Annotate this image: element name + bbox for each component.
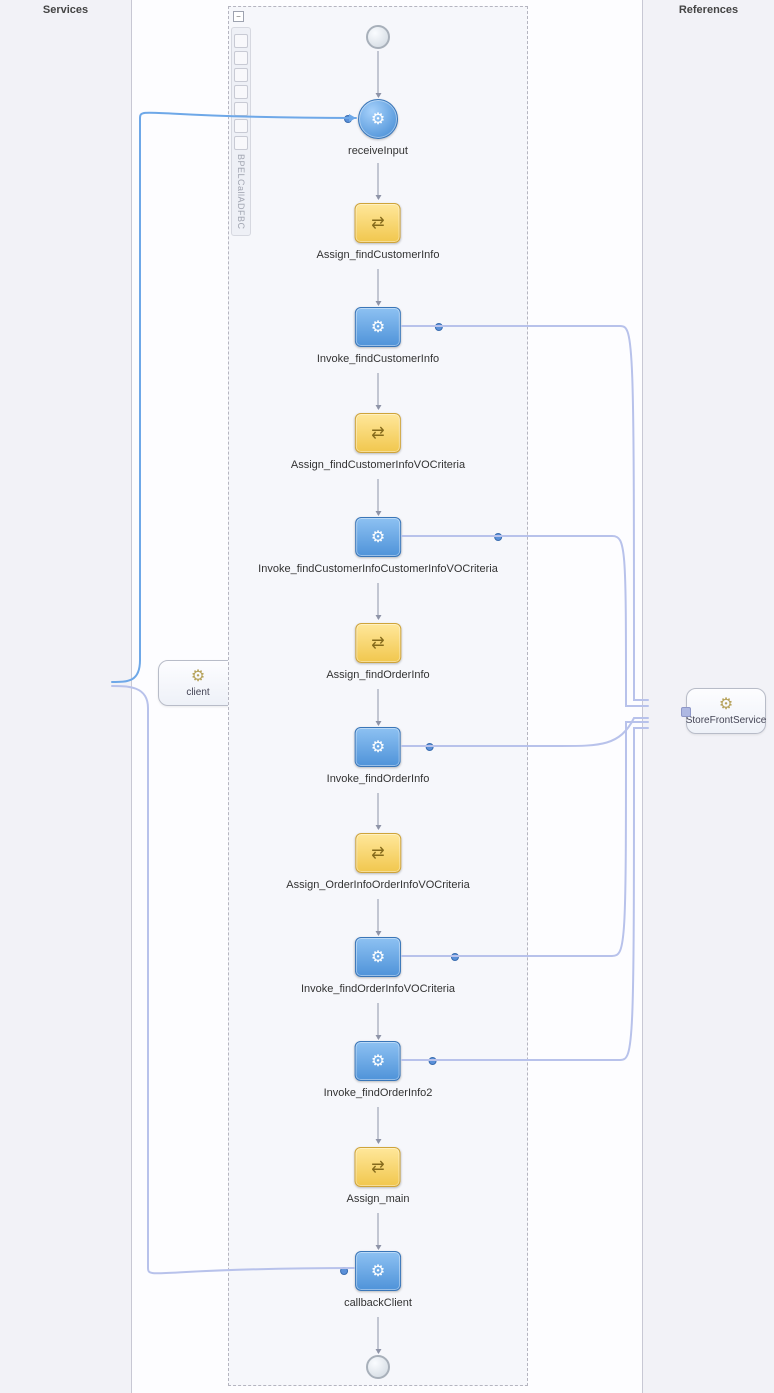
invoke-find-order-info-node[interactable]: ⚙ Invoke_findOrderInfo [327, 727, 430, 785]
receive-icon: ⚙ [358, 99, 398, 139]
node-label: Invoke_findOrderInfo2 [324, 1087, 433, 1099]
tool-flag-icon[interactable] [234, 136, 248, 150]
scope-toolbar: BPELCallADFBC [231, 27, 251, 236]
receive-input-node[interactable]: ⚙ receiveInput [348, 99, 408, 157]
invoke-icon: ⚙ [355, 727, 401, 767]
assign-icon: ⇄ [355, 833, 401, 873]
connector [378, 899, 379, 935]
invoke-icon: ⚙ [355, 1041, 401, 1081]
tool-globe-icon[interactable] [234, 119, 248, 133]
node-label: Assign_findOrderInfo [326, 669, 429, 681]
services-header: Services [0, 0, 131, 20]
client-service[interactable]: ⚙ client [158, 660, 238, 706]
assign-icon: ⇄ [355, 413, 401, 453]
gear-icon: ⚙ [191, 669, 205, 685]
connector [378, 793, 379, 829]
connector [378, 269, 379, 305]
node-label: Invoke_findCustomerInfo [317, 353, 439, 365]
connector [378, 1107, 379, 1143]
end-icon [366, 1355, 390, 1379]
connector [378, 51, 379, 97]
assign-icon: ⇄ [355, 623, 401, 663]
tool-var-icon[interactable] [234, 34, 248, 48]
assign-icon: ⇄ [355, 203, 401, 243]
connector [378, 373, 379, 409]
invoke-find-customer-info-node[interactable]: ⚙ Invoke_findCustomerInfo [317, 307, 439, 365]
collapse-toggle[interactable]: − [233, 11, 244, 22]
tool-alert-icon[interactable] [234, 102, 248, 116]
invoke-icon: ⚙ [355, 517, 401, 557]
connector [378, 163, 379, 199]
client-label: client [186, 687, 209, 698]
assign-order-info-vo-node[interactable]: ⇄ Assign_OrderInfoOrderInfoVOCriteria [286, 833, 469, 891]
toolbar-label: BPELCallADFBC [236, 154, 246, 230]
connector [378, 1003, 379, 1039]
start-node[interactable] [366, 25, 390, 49]
node-label: Assign_findCustomerInfo [317, 249, 440, 261]
process-scope[interactable]: − BPELCallADFBC ⚙ receiveInput [228, 6, 528, 1386]
assign-main-node[interactable]: ⇄ Assign_main [347, 1147, 410, 1205]
callback-client-node[interactable]: ⚙ callbackClient [344, 1251, 412, 1309]
invoke-find-order-info-vo-node[interactable]: ⚙ Invoke_findOrderInfoVOCriteria [301, 937, 455, 995]
node-label: Invoke_findOrderInfoVOCriteria [301, 983, 455, 995]
storefront-service[interactable]: ⚙ StoreFrontService [686, 688, 766, 734]
references-header: References [643, 0, 774, 20]
end-node[interactable] [366, 1355, 390, 1379]
connector [378, 1213, 379, 1249]
connector [378, 1317, 379, 1353]
tool-link-icon[interactable] [234, 85, 248, 99]
canvas[interactable]: ⚙ client − BPELCallADFBC ⚙ [132, 0, 642, 1393]
storefront-label: StoreFrontService [686, 715, 767, 726]
node-label: callbackClient [344, 1297, 412, 1309]
node-label: Assign_findCustomerInfoVOCriteria [291, 459, 465, 471]
references-panel: References ⚙ StoreFrontService [642, 0, 774, 1393]
gear-icon: ⚙ [719, 697, 733, 713]
assign-icon: ⇄ [355, 1147, 401, 1187]
port-icon[interactable] [681, 707, 691, 717]
connector [378, 689, 379, 725]
connector [378, 583, 379, 619]
invoke-icon: ⚙ [355, 307, 401, 347]
invoke-find-order-info2-node[interactable]: ⚙ Invoke_findOrderInfo2 [324, 1041, 433, 1099]
assign-find-customer-info-vo-node[interactable]: ⇄ Assign_findCustomerInfoVOCriteria [291, 413, 465, 471]
invoke-find-customer-info-vo-node[interactable]: ⚙ Invoke_findCustomerInfoCustomerInfoVOC… [258, 517, 498, 575]
invoke-icon: ⚙ [355, 1251, 401, 1291]
node-label: receiveInput [348, 145, 408, 157]
node-label: Assign_main [347, 1193, 410, 1205]
connector [378, 479, 379, 515]
node-label: Invoke_findOrderInfo [327, 773, 430, 785]
assign-find-order-info-node[interactable]: ⇄ Assign_findOrderInfo [326, 623, 429, 681]
assign-find-customer-info-node[interactable]: ⇄ Assign_findCustomerInfo [317, 203, 440, 261]
tool-settings-icon[interactable] [234, 51, 248, 65]
services-panel: Services [0, 0, 132, 1393]
tool-import-icon[interactable] [234, 68, 248, 82]
start-icon [366, 25, 390, 49]
node-label: Assign_OrderInfoOrderInfoVOCriteria [286, 879, 469, 891]
invoke-icon: ⚙ [355, 937, 401, 977]
node-label: Invoke_findCustomerInfoCustomerInfoVOCri… [258, 563, 498, 575]
